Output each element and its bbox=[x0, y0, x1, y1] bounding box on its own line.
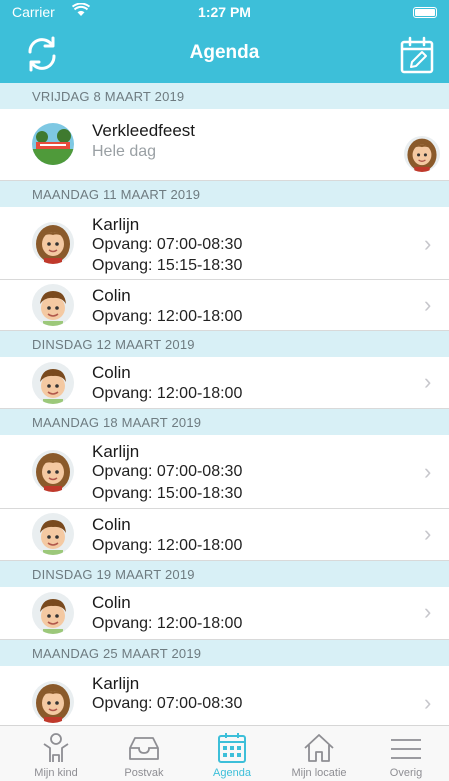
chevron-right-icon: › bbox=[424, 369, 432, 394]
tab-label: Mijn locatie bbox=[291, 767, 347, 779]
section-header: DINSDAG 19 MAART 2019 bbox=[0, 561, 449, 587]
chevron-right-icon: › bbox=[424, 521, 432, 546]
nav-bar: Agenda bbox=[0, 24, 449, 83]
inbox-icon bbox=[129, 737, 159, 760]
child-name: Colin bbox=[92, 286, 131, 305]
child-icon bbox=[43, 733, 69, 762]
list-item[interactable]: Karlijn Opvang: 07:00-08:30 Opvang: 15:1… bbox=[0, 207, 449, 280]
tab-agenda[interactable]: Agenda bbox=[189, 726, 275, 781]
tab-label: Agenda bbox=[213, 767, 251, 779]
child-name: Karlijn bbox=[92, 442, 140, 461]
list-item[interactable]: Colin Opvang: 12:00-18:00 › bbox=[0, 509, 449, 561]
agenda-list[interactable]: VRIJDAG 8 MAART 2019 Verkleedfeest Hele … bbox=[0, 83, 449, 725]
avatar bbox=[32, 284, 74, 326]
section-header: MAANDAG 11 MAART 2019 bbox=[0, 181, 449, 207]
opvang-time: Opvang: 12:00-18:00 bbox=[92, 385, 243, 402]
event-title: Verkleedfeest bbox=[92, 121, 196, 140]
list-item[interactable]: Karlijn Opvang: 07:00-08:30 › bbox=[0, 666, 449, 725]
status-bar: Carrier 1:27 PM bbox=[0, 0, 449, 24]
tab-label: Overig bbox=[389, 767, 423, 779]
avatar bbox=[32, 450, 74, 492]
child-name: Colin bbox=[92, 363, 131, 382]
child-name: Colin bbox=[92, 515, 131, 534]
battery-icon bbox=[413, 7, 437, 18]
opvang-time: Opvang: 12:00-18:00 bbox=[92, 615, 243, 632]
avatar bbox=[32, 681, 74, 723]
opvang-time: Opvang: 07:00-08:30 bbox=[92, 236, 243, 253]
avatar bbox=[32, 222, 74, 264]
chevron-right-icon: › bbox=[424, 690, 432, 715]
chevron-right-icon: › bbox=[424, 231, 432, 256]
avatar bbox=[32, 513, 74, 555]
chevron-right-icon: › bbox=[424, 599, 432, 624]
opvang-time: Opvang: 07:00-08:30 bbox=[92, 463, 243, 480]
tab-bar: Mijn kind Postvak Agenda Mijn locatie Ov… bbox=[0, 725, 449, 781]
section-header: DINSDAG 12 MAART 2019 bbox=[0, 331, 449, 357]
new-appointment-button[interactable] bbox=[400, 36, 434, 74]
section-header: MAANDAG 25 MAART 2019 bbox=[0, 640, 449, 666]
tab-label: Postvak bbox=[124, 767, 164, 779]
calendar-edit-icon bbox=[400, 36, 434, 74]
list-item[interactable]: Colin Opvang: 12:00-18:00 › bbox=[0, 280, 449, 331]
tab-overig[interactable]: Overig bbox=[363, 726, 449, 781]
page-title: Agenda bbox=[189, 42, 260, 63]
event-row[interactable]: Verkleedfeest Hele dag bbox=[0, 109, 449, 181]
opvang-time: Opvang: 15:00-18:30 bbox=[92, 485, 243, 502]
status-time: 1:27 PM bbox=[198, 4, 251, 20]
chevron-right-icon: › bbox=[424, 292, 432, 317]
opvang-time: Opvang: 15:15-18:30 bbox=[92, 257, 243, 274]
tab-postvak[interactable]: Postvak bbox=[101, 726, 187, 781]
avatar bbox=[404, 136, 440, 172]
top-bar: Carrier 1:27 PM Agenda bbox=[0, 0, 449, 83]
opvang-time: Opvang: 12:00-18:00 bbox=[92, 537, 243, 554]
event-subtitle: Hele dag bbox=[92, 143, 157, 160]
home-icon bbox=[304, 734, 334, 762]
tab-mijn-kind[interactable]: Mijn kind bbox=[13, 726, 99, 781]
child-name: Karlijn bbox=[92, 674, 140, 693]
list-item[interactable]: Karlijn Opvang: 07:00-08:30 Opvang: 15:0… bbox=[0, 435, 449, 509]
opvang-time: Opvang: 12:00-18:00 bbox=[92, 308, 243, 325]
list-item[interactable]: Colin Opvang: 12:00-18:00 › bbox=[0, 587, 449, 640]
calendar-icon bbox=[218, 733, 246, 763]
opvang-time: Opvang: 07:00-08:30 bbox=[92, 695, 243, 712]
avatar bbox=[32, 592, 74, 634]
event-image bbox=[32, 123, 74, 165]
child-name: Karlijn bbox=[92, 215, 140, 234]
tab-mijn-locatie[interactable]: Mijn locatie bbox=[276, 726, 362, 781]
tab-label: Mijn kind bbox=[34, 767, 78, 779]
menu-icon bbox=[391, 739, 421, 759]
section-header: MAANDAG 18 MAART 2019 bbox=[0, 409, 449, 435]
chevron-right-icon: › bbox=[424, 459, 432, 484]
list-item[interactable]: Colin Opvang: 12:00-18:00 › bbox=[0, 357, 449, 409]
child-name: Colin bbox=[92, 593, 131, 612]
avatar bbox=[32, 362, 74, 404]
section-header: VRIJDAG 8 MAART 2019 bbox=[0, 83, 449, 109]
